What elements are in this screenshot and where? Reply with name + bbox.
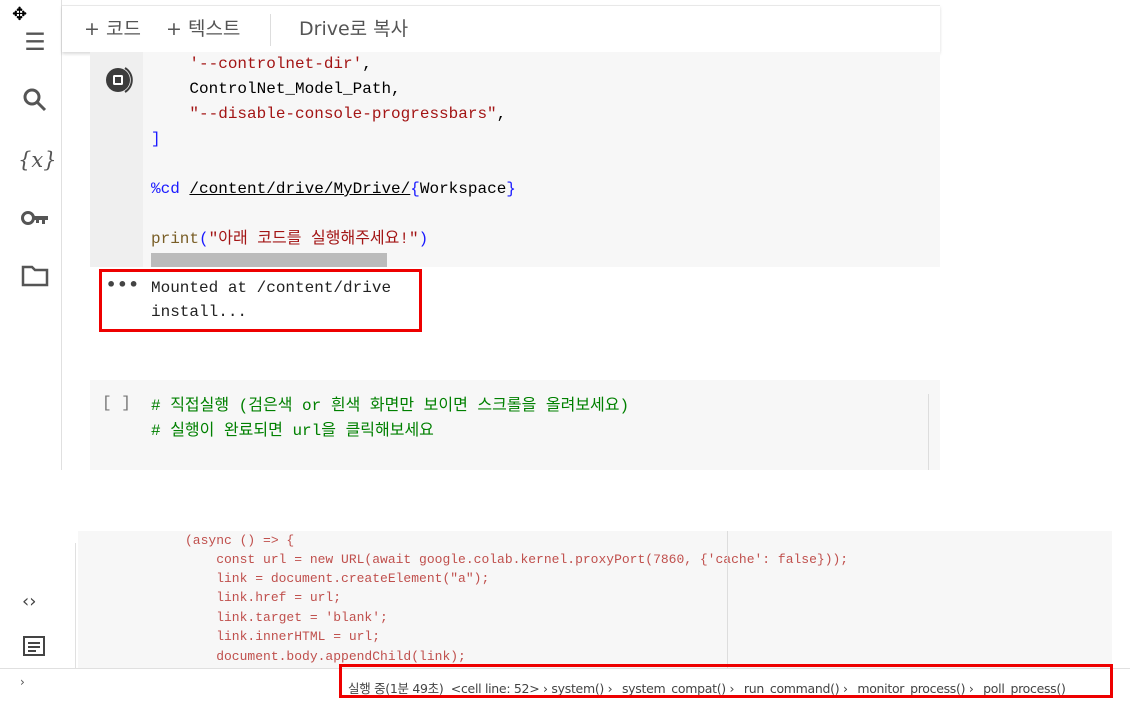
toolbar-divider: [270, 14, 271, 46]
search-icon[interactable]: [18, 87, 52, 117]
expand-icon[interactable]: ›: [20, 675, 25, 689]
highlight-box-status: [339, 664, 1113, 698]
variables-icon[interactable]: {x}: [18, 145, 57, 175]
code-line: link.target = 'blank';: [185, 610, 388, 625]
code-line: link.href = url;: [185, 590, 342, 605]
code-snippets-icon[interactable]: ‹›: [22, 591, 36, 612]
code-line: ControlNet_Model_Path,: [189, 80, 401, 98]
add-code-button[interactable]: + 코드: [84, 14, 141, 41]
code-line: (async () => {: [185, 533, 295, 548]
copy-to-drive-button[interactable]: Drive로 복사: [299, 14, 408, 41]
code-editor-bottom[interactable]: (async () => { const url = new URL(await…: [78, 531, 1112, 668]
stop-icon[interactable]: [103, 64, 135, 100]
key-icon[interactable]: [18, 205, 52, 235]
bottom-sidebar: ‹›: [0, 543, 76, 669]
toc-icon[interactable]: ☰: [18, 27, 52, 57]
horizontal-scrollbar[interactable]: [151, 253, 387, 267]
sidebar: ☰ {x}: [0, 0, 62, 470]
comment-text: # 직접실행 (검은색 or 흰색 화면만 보이면 스크롤을 올려보세요) # 실…: [151, 397, 630, 440]
cell-gutter: [90, 52, 143, 267]
code-line: link = document.createElement("a");: [185, 571, 490, 586]
add-text-button[interactable]: + 텍스트: [166, 14, 240, 41]
code-cell[interactable]: [ ] # 직접실행 (검은색 or 흰색 화면만 보이면 스크롤을 올려보세요…: [90, 380, 940, 470]
divider: [928, 394, 929, 470]
code-line: ]: [151, 130, 161, 148]
cursor-icon: ✥: [12, 4, 28, 25]
highlight-box-output: [99, 269, 422, 332]
run-cell-button[interactable]: [ ]: [102, 394, 131, 412]
code-line: '--controlnet-dir',: [189, 55, 372, 73]
code-line: const url = new URL(await google.colab.k…: [185, 552, 849, 567]
toolbar: + 코드 + 텍스트 Drive로 복사: [62, 5, 940, 52]
code-line: print("아래 코드를 실행해주세요!"): [151, 230, 429, 248]
code-line: "--disable-console-progressbars",: [189, 105, 507, 123]
code-line: %cd /content/drive/MyDrive/{Workspace}: [151, 180, 516, 198]
terminal-icon[interactable]: [23, 636, 45, 660]
folder-icon[interactable]: [18, 264, 52, 294]
ruler-line: [727, 531, 728, 668]
code-editor[interactable]: '--controlnet-dir', ControlNet_Model_Pat…: [143, 52, 940, 267]
code-line: link.innerHTML = url;: [185, 629, 381, 644]
